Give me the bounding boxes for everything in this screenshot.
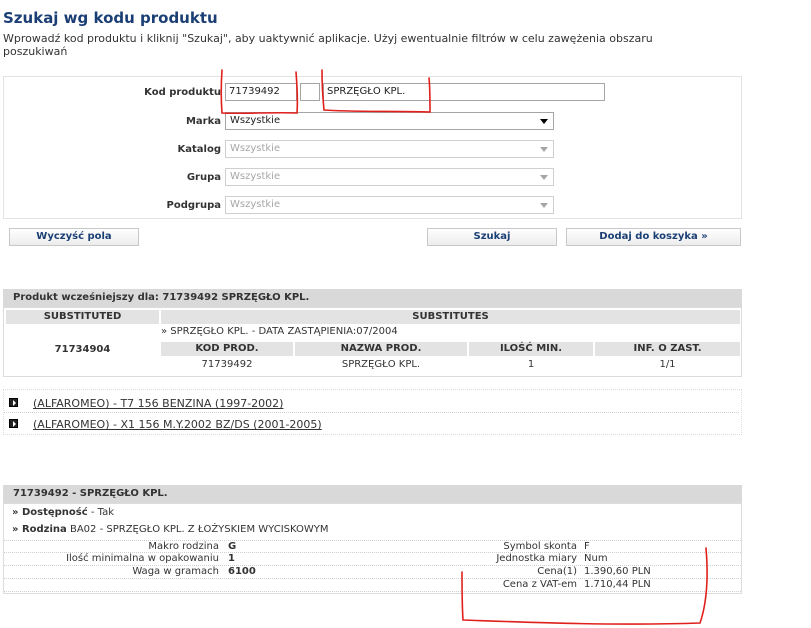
detail-label: Symbol skonta bbox=[503, 541, 577, 552]
detail-label: Makro rodzina bbox=[148, 541, 219, 552]
availability-label: » Dostępność bbox=[12, 507, 88, 518]
detail-value: 1 bbox=[228, 553, 235, 564]
substituted-code: 71734904 bbox=[54, 344, 111, 355]
chevron-down-icon bbox=[540, 119, 548, 124]
details-panel: » Dostępność - Tak » Rodzina BA02 - SPRZ… bbox=[3, 503, 742, 594]
page-title: Szukaj wg kodu produktu bbox=[3, 9, 218, 27]
substitution-table: SUBSTITUTED SUBSTITUTES 71734904 » SPRZĘ… bbox=[3, 307, 742, 377]
family-line: » Rodzina BA02 - SPRZĘGŁO KPL. Z ŁOŻYSKI… bbox=[12, 524, 329, 535]
table-row: Ilość minimalna w opakowaniu 1 Jednostka… bbox=[4, 553, 741, 566]
details-header: 71739492 - SPRZĘGŁO KPL. bbox=[3, 485, 742, 503]
col-substituted: SUBSTITUTED bbox=[6, 310, 159, 324]
page-description: Wprowadź kod produktu i kliknij "Szukaj"… bbox=[3, 32, 653, 58]
list-item[interactable]: (ALFAROMEO) - T7 156 BENZINA (1997-2002) bbox=[4, 393, 739, 413]
marka-value: Wszystkie bbox=[230, 115, 281, 126]
detail-label: Cena z VAT-em bbox=[502, 579, 577, 590]
subcol-min-qty: ILOŚĆ MIN. bbox=[469, 342, 593, 356]
detail-value: G bbox=[228, 541, 237, 552]
expand-arrow-icon[interactable] bbox=[9, 419, 18, 428]
code-label: Kod produktu bbox=[144, 87, 221, 98]
marka-select[interactable]: Wszystkie bbox=[225, 112, 554, 130]
detail-label: Waga w gramach bbox=[132, 566, 219, 577]
katalog-value: Wszystkie bbox=[230, 143, 281, 154]
grupa-row: Grupa Wszystkie bbox=[4, 168, 741, 188]
podgrupa-row: Podgrupa Wszystkie bbox=[4, 196, 741, 216]
subcol-info: INF. O ZAST. bbox=[595, 342, 740, 356]
sub-row-min-qty: 1 bbox=[527, 359, 535, 370]
detail-value: 6100 bbox=[228, 566, 256, 577]
table-row: Makro rodzina G Symbol skonta F bbox=[4, 540, 741, 553]
expand-arrow-icon[interactable] bbox=[9, 398, 18, 407]
product-code-extra-input[interactable] bbox=[300, 83, 320, 101]
sub-row-code: 71739492 bbox=[201, 359, 253, 370]
marka-label: Marka bbox=[185, 116, 221, 127]
family-value: BA02 - SPRZĘGŁO KPL. Z ŁOŻYSKIEM WYCISKO… bbox=[66, 524, 329, 535]
availability-line: » Dostępność - Tak bbox=[12, 507, 114, 518]
detail-value: F bbox=[584, 541, 590, 552]
chevron-down-icon bbox=[540, 175, 548, 180]
table-row: Cena z VAT-em 1.710,44 PLN bbox=[4, 579, 741, 592]
chevron-down-icon bbox=[540, 203, 548, 208]
detail-value: 1.390,60 PLN bbox=[584, 566, 651, 577]
application-link[interactable]: (ALFAROMEO) - X1 156 M.Y.2002 BZ/DS (200… bbox=[33, 418, 322, 431]
podgrupa-value: Wszystkie bbox=[230, 199, 281, 210]
grupa-label: Grupa bbox=[186, 172, 221, 183]
podgrupa-label: Podgrupa bbox=[166, 200, 221, 211]
applications-list: (ALFAROMEO) - T7 156 BENZINA (1997-2002)… bbox=[3, 389, 742, 435]
subcol-code: KOD PROD. bbox=[161, 342, 293, 356]
chevron-down-icon bbox=[540, 147, 548, 152]
katalog-select[interactable]: Wszystkie bbox=[225, 140, 554, 158]
col-substitutes: SUBSTITUTES bbox=[161, 310, 740, 324]
product-code-input[interactable]: 71739492 bbox=[225, 83, 297, 101]
search-panel: Kod produktu 71739492 SPRZĘGŁO KPL. Mark… bbox=[3, 76, 742, 219]
add-to-cart-button[interactable]: Dodaj do koszyka » bbox=[566, 228, 741, 246]
detail-value: Num bbox=[584, 553, 608, 564]
subcol-name: NAZWA PROD. bbox=[295, 342, 467, 356]
marka-row: Marka Wszystkie bbox=[4, 112, 741, 132]
product-name-input[interactable]: SPRZĘGŁO KPL. bbox=[323, 83, 605, 101]
substitution-header: Produkt wcześniejszy dla: 71739492 SPRZĘ… bbox=[3, 289, 742, 307]
detail-label: Jednostka miary bbox=[496, 553, 577, 564]
katalog-label: Katalog bbox=[177, 144, 221, 155]
list-item[interactable]: (ALFAROMEO) - X1 156 M.Y.2002 BZ/DS (200… bbox=[4, 414, 739, 434]
family-label: » Rodzina bbox=[12, 524, 67, 535]
substitute-line: » SPRZĘGŁO KPL. - DATA ZASTĄPIENIA:07/20… bbox=[161, 326, 398, 337]
sub-row-info: 1/1 bbox=[659, 359, 676, 370]
search-button[interactable]: Szukaj bbox=[427, 228, 557, 246]
table-row: Waga w gramach 6100 Cena(1) 1.390,60 PLN bbox=[4, 566, 741, 579]
clear-fields-button[interactable]: Wyczyść pola bbox=[9, 228, 139, 246]
detail-label: Cena(1) bbox=[537, 566, 577, 577]
detail-value: 1.710,44 PLN bbox=[584, 579, 651, 590]
katalog-row: Katalog Wszystkie bbox=[4, 140, 741, 160]
detail-label: Ilość minimalna w opakowaniu bbox=[66, 553, 219, 564]
podgrupa-select[interactable]: Wszystkie bbox=[225, 196, 554, 214]
code-row: Kod produktu 71739492 SPRZĘGŁO KPL. bbox=[4, 83, 741, 103]
application-link[interactable]: (ALFAROMEO) - T7 156 BENZINA (1997-2002) bbox=[33, 397, 283, 410]
grupa-select[interactable]: Wszystkie bbox=[225, 168, 554, 186]
grupa-value: Wszystkie bbox=[230, 171, 281, 182]
sub-row-name: SPRZĘGŁO KPL. bbox=[341, 359, 421, 370]
availability-value: - Tak bbox=[87, 507, 114, 518]
